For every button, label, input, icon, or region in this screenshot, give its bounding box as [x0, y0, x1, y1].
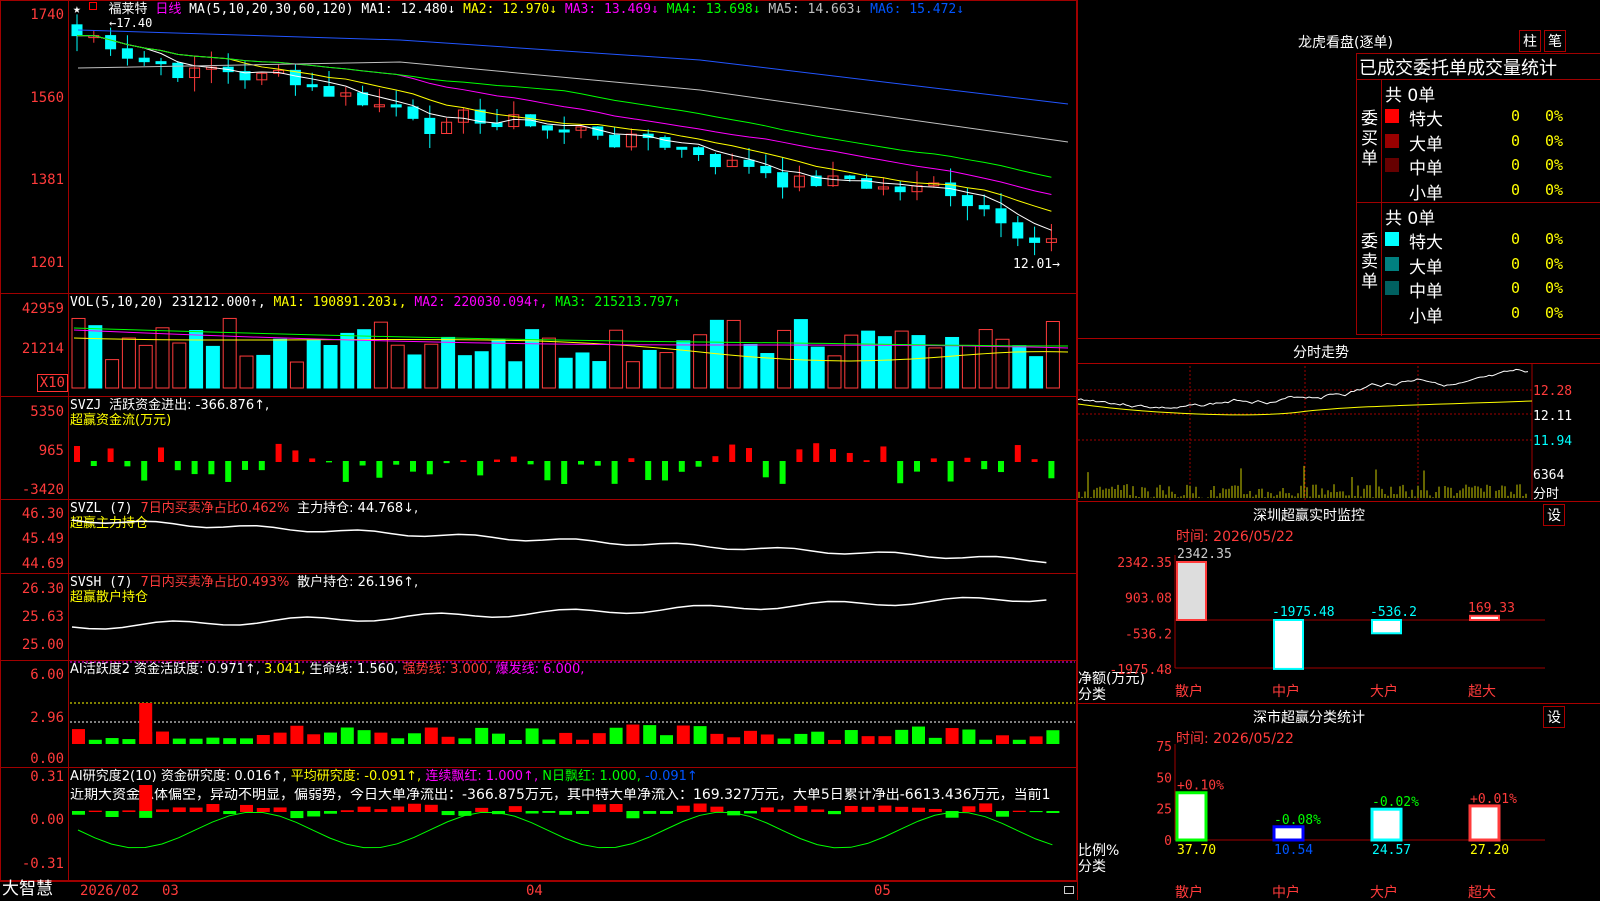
stat2-bar	[1272, 825, 1305, 842]
stat2-value-label: 10.54	[1274, 843, 1313, 858]
stat2-ylabel: 50	[1156, 771, 1172, 786]
stat2-category: 大户	[1370, 884, 1398, 901]
stat2-ylabel: 75	[1156, 740, 1172, 755]
monitor-category: 散户	[1175, 683, 1203, 700]
monitor-ylabel: 2342.35	[1117, 556, 1172, 571]
stat2-ylabel: 0	[1164, 834, 1172, 849]
fs-price-line	[1077, 368, 1529, 409]
right-charts-svg: 2342.35903.08-536.2-1975.482342.35散户-197…	[1077, 364, 1545, 901]
stat2-change-label: +0.01%	[1470, 792, 1517, 807]
monitor-category: 大户	[1370, 683, 1398, 700]
stat2-category: 散户	[1175, 884, 1203, 901]
stat2-ylabel: 25	[1156, 803, 1172, 818]
stat2-change-label: -0.08%	[1274, 813, 1321, 828]
stat2-value-label: 27.20	[1470, 843, 1509, 858]
stat2-category: 中户	[1272, 884, 1300, 901]
monitor-ylabel: -1975.48	[1109, 663, 1172, 678]
monitor-bar	[1469, 614, 1500, 621]
monitor-bar	[1273, 619, 1304, 670]
monitor-bar-label: 169.33	[1468, 601, 1515, 616]
monitor-bar	[1371, 619, 1402, 635]
monitor-bar-label: -1975.48	[1272, 605, 1335, 620]
monitor-ylabel: -536.2	[1125, 627, 1172, 642]
stat2-value-label: 37.70	[1177, 843, 1216, 858]
stat2-value-label: 24.57	[1372, 843, 1411, 858]
monitor-bar-label: 2342.35	[1177, 547, 1232, 562]
monitor-ylabel: 903.08	[1125, 592, 1172, 607]
stat2-bar	[1175, 791, 1208, 842]
stat2-bar	[1468, 804, 1501, 842]
stat2-category: 超大	[1468, 885, 1496, 901]
stat2-bar	[1370, 807, 1403, 842]
stat2-change-label: +0.10%	[1177, 779, 1224, 794]
monitor-bar-label: -536.2	[1370, 605, 1417, 620]
monitor-category: 中户	[1272, 683, 1300, 700]
monitor-bar	[1176, 561, 1207, 621]
stat2-change-label: -0.02%	[1372, 795, 1419, 810]
monitor-category: 超大	[1468, 684, 1496, 700]
